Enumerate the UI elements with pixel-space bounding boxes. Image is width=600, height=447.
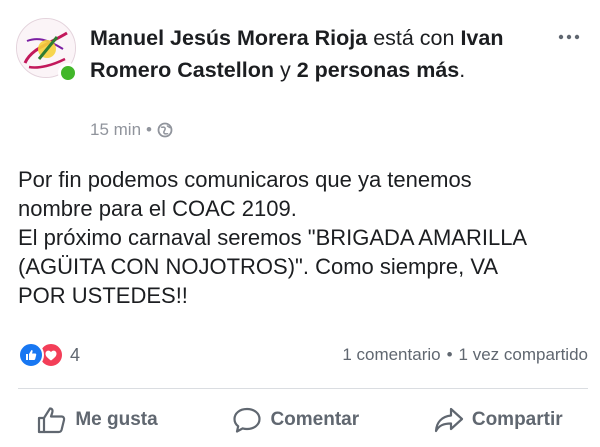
more-dots-icon [558,34,580,40]
like-button-label: Me gusta [75,409,158,430]
share-button-label: Compartir [471,409,563,430]
post-meta: 15 min • [90,120,173,140]
message-line: nombre para el COAC 2109. [18,196,297,221]
comment-button[interactable]: Comentar [232,406,359,434]
others-link[interactable]: 2 personas más [297,58,460,82]
meta-dot: • [146,120,152,139]
share-arrow-icon [434,407,463,433]
message-line: Por fin podemos comunicaros que ya tenem… [18,167,472,192]
online-status-indicator [58,63,78,83]
message-line: El próximo carnaval seremos "BRIGADA AMA… [18,225,528,250]
with-text: está con [373,26,455,50]
and-text: y [279,58,291,82]
reaction-count: 4 [70,344,81,365]
comment-count-link[interactable]: 1 comentario [342,345,440,365]
post-stats: 4 1 comentario • 1 vez compartido [18,340,588,370]
like-button[interactable]: Me gusta [37,406,158,434]
globe-icon[interactable] [157,122,173,138]
divider [18,388,588,389]
author-name-link[interactable]: Manuel Jesús Morera Rioja [90,26,367,50]
comment-button-label: Comentar [270,409,360,430]
post-time[interactable]: 15 min [90,120,141,140]
post-message: Por fin podemos comunicaros que ya tenem… [18,165,588,310]
title-period: . [459,58,466,82]
share-count-link[interactable]: 1 vez compartido [459,345,588,365]
share-button[interactable]: Compartir [434,406,563,434]
more-options-button[interactable] [558,26,580,40]
message-line: POR USTEDES!! [18,283,188,308]
comment-bubble-icon [233,407,262,433]
like-icon [18,342,44,368]
post-title: Manuel Jesús Morera Rioja está con Ivan … [90,22,530,86]
stats-separator: • [446,345,453,364]
post-actions: Me gusta Comentar Compartir [0,395,600,445]
thumbs-up-icon [38,407,66,434]
reactions-summary[interactable]: 4 [18,342,80,368]
message-line: (AGÜITA CON NOJOTROS)". Como siempre, VA [18,254,499,279]
engagement-counts: 1 comentario • 1 vez compartido [342,345,588,365]
post-header: Manuel Jesús Morera Rioja está con Ivan … [0,0,600,150]
